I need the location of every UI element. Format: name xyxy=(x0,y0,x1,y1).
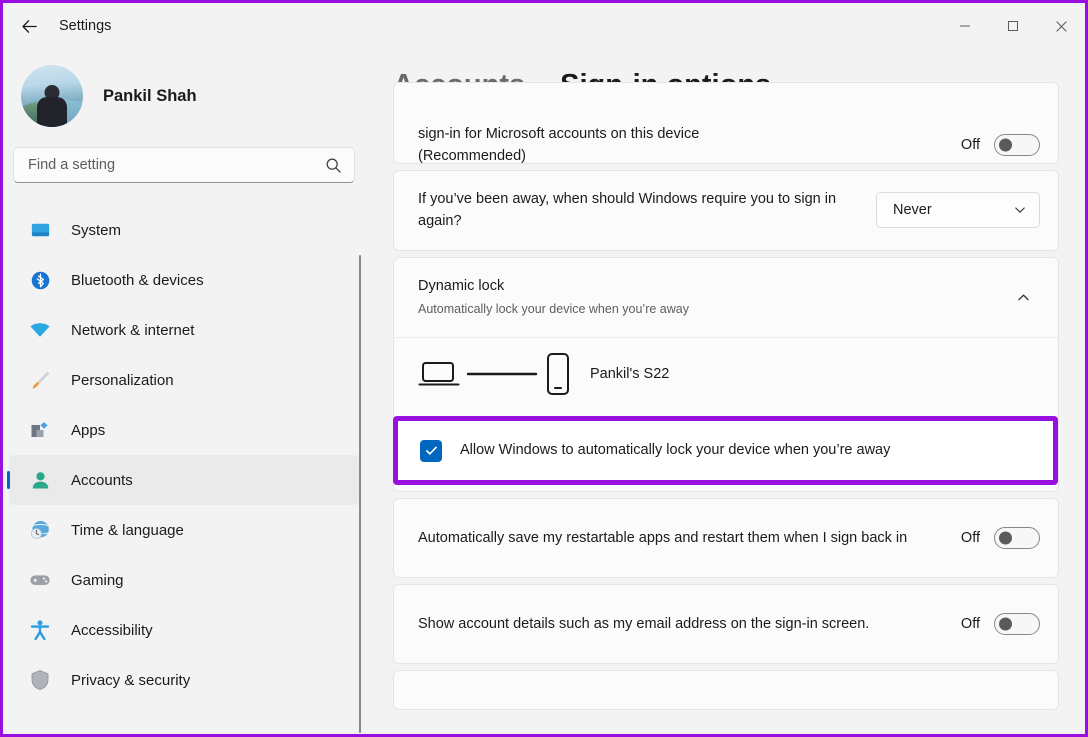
settings-card-list: sign-in for Microsoft accounts on this d… xyxy=(365,82,1085,710)
toggle-knob xyxy=(999,531,1012,545)
monitor-icon xyxy=(27,217,53,243)
restartable-apps-toggle[interactable] xyxy=(994,526,1040,549)
sidebar-item-bluetooth-devices[interactable]: Bluetooth & devices xyxy=(9,255,359,305)
card-away-signin: If you’ve been away, when should Windows… xyxy=(393,170,1059,251)
sidebar-scrollbar[interactable] xyxy=(359,255,361,733)
link-line-icon xyxy=(466,372,538,375)
chevron-down-icon xyxy=(1015,207,1025,214)
sidebar-item-label: System xyxy=(71,221,122,239)
card-microsoft-signin: sign-in for Microsoft accounts on this d… xyxy=(393,82,1059,164)
sidebar-item-label: Accounts xyxy=(71,471,133,489)
search-input[interactable] xyxy=(28,157,325,173)
allow-autolock-row[interactable]: Allow Windows to automatically lock your… xyxy=(398,420,1053,480)
profile-block[interactable]: Pankil Shah xyxy=(3,49,365,145)
allow-autolock-checkbox[interactable] xyxy=(420,439,442,462)
phone-icon xyxy=(547,352,569,395)
sidebar-item-gaming[interactable]: Gaming xyxy=(9,555,359,605)
toggle-state-label: Off xyxy=(960,615,980,632)
dynamic-lock-device-row: Pankil's S22 xyxy=(394,336,1058,412)
laptop-icon xyxy=(418,361,460,386)
card-microsoft-signin-text: sign-in for Microsoft accounts on this d… xyxy=(418,123,961,164)
sidebar: Pankil Shah System xyxy=(3,49,365,734)
card-dynamic-lock: Dynamic lock Automatically lock your dev… xyxy=(393,256,1059,492)
sidebar-item-label: Bluetooth & devices xyxy=(71,271,204,289)
card-restartable-apps-text: Automatically save my restartable apps a… xyxy=(418,529,908,546)
dynamic-lock-title: Dynamic lock xyxy=(418,277,505,294)
sidebar-item-label: Network & internet xyxy=(71,321,195,339)
profile-name: Pankil Shah xyxy=(103,86,197,105)
checkmark-icon xyxy=(425,446,437,455)
sidebar-item-accessibility[interactable]: Accessibility xyxy=(9,605,359,655)
sidebar-nav: System Bluetooth & devices Network & int… xyxy=(3,205,365,705)
sidebar-item-label: Apps xyxy=(71,421,106,439)
dynamic-lock-text: Dynamic lock Automatically lock your dev… xyxy=(418,275,1006,320)
account-details-toggle-group: Off xyxy=(960,612,1040,635)
maximize-icon xyxy=(1008,21,1018,31)
chevron-up-icon xyxy=(1017,294,1029,301)
sidebar-item-time-language[interactable]: Time & language xyxy=(9,505,359,555)
gamepad-icon xyxy=(27,567,53,593)
card-away-signin-text: If you’ve been away, when should Windows… xyxy=(418,191,837,230)
minimize-button[interactable] xyxy=(941,3,989,49)
card-account-details-text: Show account details such as my email ad… xyxy=(418,615,870,632)
sidebar-item-label: Accessibility xyxy=(71,621,153,639)
search-icon xyxy=(326,158,341,173)
sidebar-item-system[interactable]: System xyxy=(9,205,359,255)
avatar xyxy=(21,65,83,127)
sidebar-item-apps[interactable]: Apps xyxy=(9,405,359,455)
sidebar-item-network-internet[interactable]: Network & internet xyxy=(9,305,359,355)
apps-icon xyxy=(27,417,53,443)
card-partial-next xyxy=(393,669,1059,710)
allow-autolock-label: Allow Windows to automatically lock your… xyxy=(460,441,891,458)
back-button[interactable] xyxy=(11,10,47,42)
device-name: Pankil's S22 xyxy=(590,365,670,382)
dropdown-value: Never xyxy=(893,202,932,219)
sidebar-item-label: Privacy & security xyxy=(71,671,191,689)
restartable-apps-toggle-group: Off xyxy=(960,526,1040,549)
toggle-state-label: Off xyxy=(960,137,980,154)
window-controls xyxy=(941,3,1085,49)
sidebar-item-label: Time & language xyxy=(71,521,184,539)
sidebar-item-accounts[interactable]: Accounts xyxy=(9,455,359,505)
arrow-left-icon xyxy=(21,19,37,33)
close-button[interactable] xyxy=(1037,3,1085,49)
highlight-annotation: Allow Windows to automatically lock your… xyxy=(393,415,1058,485)
card-restartable-apps: Automatically save my restartable apps a… xyxy=(393,497,1059,578)
search-box[interactable] xyxy=(13,147,355,183)
settings-window: Settings Pankil Shah Find a setting Syst… xyxy=(0,0,1088,737)
avatar-person xyxy=(32,85,72,127)
accessibility-icon xyxy=(27,617,53,643)
app-title: Settings xyxy=(59,18,112,34)
paintbrush-icon xyxy=(27,367,53,393)
main-content: Accounts › Sign-in options sign-in for M… xyxy=(365,49,1085,734)
wifi-icon xyxy=(27,317,53,343)
sidebar-item-label: Gaming xyxy=(71,571,124,589)
sidebar-item-personalization[interactable]: Personalization xyxy=(9,355,359,405)
sidebar-item-label: Personalization xyxy=(71,371,174,389)
close-icon xyxy=(1055,20,1067,32)
microsoft-signin-toggle-group: Off xyxy=(960,134,1040,157)
toggle-state-label: Off xyxy=(960,529,980,546)
card-text-line2: (Recommended) xyxy=(418,148,526,164)
dynamic-lock-header[interactable]: Dynamic lock Automatically lock your dev… xyxy=(394,258,1058,337)
minimize-icon xyxy=(960,25,970,27)
maximize-button[interactable] xyxy=(989,3,1037,49)
microsoft-signin-toggle[interactable] xyxy=(994,134,1040,157)
dynamic-lock-expander[interactable] xyxy=(1006,280,1040,314)
dynamic-lock-subtitle: Automatically lock your device when you’… xyxy=(418,302,689,317)
bluetooth-icon xyxy=(27,267,53,293)
shield-icon xyxy=(27,667,53,693)
person-icon xyxy=(27,467,53,493)
toggle-knob xyxy=(999,617,1012,631)
card-text-line1: sign-in for Microsoft accounts on this d… xyxy=(418,126,700,142)
card-account-details: Show account details such as my email ad… xyxy=(393,583,1059,664)
title-bar: Settings xyxy=(3,3,1085,49)
sidebar-item-privacy-security[interactable]: Privacy & security xyxy=(9,655,359,705)
clock-globe-icon xyxy=(27,517,53,543)
toggle-knob xyxy=(999,138,1012,152)
account-details-toggle[interactable] xyxy=(994,612,1040,635)
away-signin-dropdown[interactable]: Never xyxy=(876,192,1040,229)
